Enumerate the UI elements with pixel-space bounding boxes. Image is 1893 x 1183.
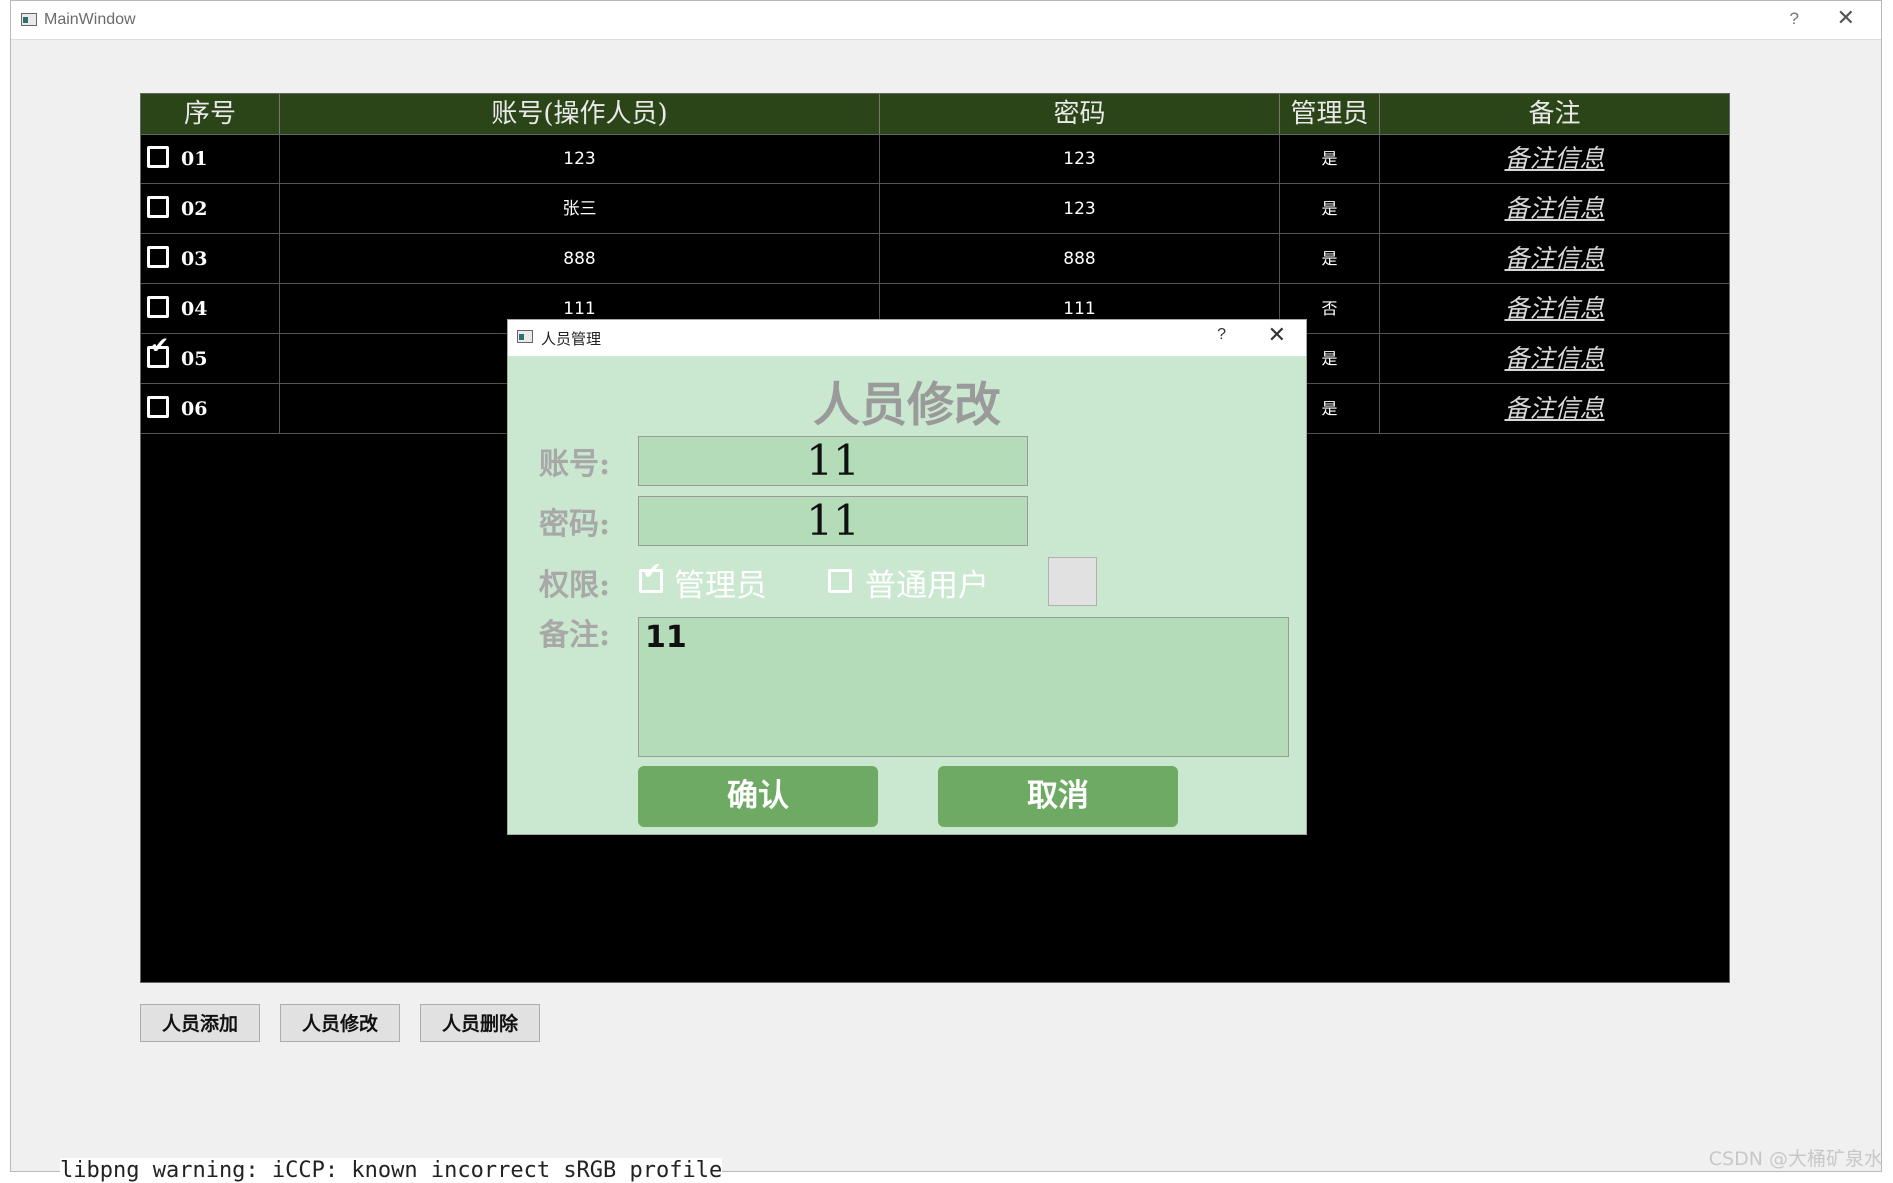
- account-label: 账号:: [539, 447, 611, 482]
- account-input[interactable]: 11: [638, 436, 1028, 486]
- confirm-button[interactable]: 确认: [638, 766, 878, 827]
- password-cell[interactable]: 123: [880, 134, 1280, 184]
- index-cell[interactable]: 05: [141, 334, 280, 384]
- admin-checkbox[interactable]: [639, 559, 663, 593]
- row-checkbox-checked[interactable]: [147, 335, 169, 368]
- admin-cell[interactable]: 是: [1280, 234, 1380, 284]
- password-cell[interactable]: 888: [880, 234, 1280, 284]
- app-window-icon: [21, 13, 37, 26]
- remark-link[interactable]: 备注信息: [1504, 194, 1604, 223]
- title-bar: MainWindow ? ✕: [11, 1, 1881, 40]
- header-remark[interactable]: 备注: [1380, 94, 1729, 134]
- index-text: 05: [181, 348, 208, 370]
- remark-cell[interactable]: 备注信息: [1380, 184, 1729, 234]
- remark-link[interactable]: 备注信息: [1504, 244, 1604, 273]
- index-text: 06: [181, 398, 208, 420]
- row-checkbox[interactable]: [147, 296, 169, 318]
- row-checkbox[interactable]: [147, 246, 169, 268]
- dialog-title-bar: 人员管理 ? ✕: [508, 320, 1306, 356]
- remark-cell[interactable]: 备注信息: [1380, 284, 1729, 334]
- admin-cell[interactable]: 是: [1280, 184, 1380, 234]
- remark-cell[interactable]: 备注信息: [1380, 134, 1729, 184]
- index-cell[interactable]: 03: [141, 234, 280, 284]
- color-swatch[interactable]: [1048, 557, 1097, 606]
- admin-cell[interactable]: 是: [1280, 134, 1380, 184]
- window-title: MainWindow: [44, 11, 136, 28]
- remark-label: 备注:: [539, 618, 611, 653]
- table-row[interactable]: 01 123 123 是 备注信息: [141, 134, 1729, 184]
- index-cell[interactable]: 04: [141, 284, 280, 334]
- remark-link[interactable]: 备注信息: [1504, 294, 1604, 323]
- close-button[interactable]: ✕: [1837, 6, 1855, 31]
- header-admin[interactable]: 管理员: [1280, 94, 1380, 134]
- row-checkbox[interactable]: [147, 396, 169, 418]
- delete-personnel-button[interactable]: 人员删除: [420, 1004, 540, 1042]
- account-cell[interactable]: 123: [280, 134, 880, 184]
- dialog-heading: 人员修改: [813, 378, 1001, 433]
- index-text: 02: [181, 198, 208, 220]
- remark-link[interactable]: 备注信息: [1504, 344, 1604, 373]
- watermark: CSDN @大桶矿泉水: [1708, 1148, 1883, 1170]
- index-text: 03: [181, 248, 208, 270]
- header-index[interactable]: 序号: [141, 94, 280, 134]
- personnel-dialog: 人员管理 ? ✕ 人员修改 账号: 11 密码: 11 权限: 管理员 普通用户…: [507, 319, 1307, 835]
- remark-cell[interactable]: 备注信息: [1380, 234, 1729, 284]
- index-cell[interactable]: 06: [141, 384, 280, 434]
- admin-option-label[interactable]: 管理员: [674, 560, 767, 605]
- dialog-title: 人员管理: [541, 330, 602, 348]
- index-text: 04: [181, 298, 208, 320]
- permission-label: 权限:: [539, 568, 611, 603]
- table-row[interactable]: 03 888 888 是 备注信息: [141, 234, 1729, 284]
- normal-user-option-label[interactable]: 普通用户: [865, 560, 989, 605]
- table-row[interactable]: 02 张三 123 是 备注信息: [141, 184, 1729, 234]
- password-input[interactable]: 11: [638, 496, 1028, 546]
- account-cell[interactable]: 888: [280, 234, 880, 284]
- account-cell[interactable]: 张三: [280, 184, 880, 234]
- password-cell[interactable]: 123: [880, 184, 1280, 234]
- remark-link[interactable]: 备注信息: [1504, 394, 1604, 423]
- remark-link[interactable]: 备注信息: [1504, 144, 1604, 173]
- normal-user-checkbox[interactable]: [828, 569, 852, 593]
- header-password[interactable]: 密码: [880, 94, 1280, 134]
- table-header: 序号 账号(操作人员) 密码 管理员 备注: [141, 94, 1729, 135]
- row-checkbox[interactable]: [147, 196, 169, 218]
- dialog-close-button[interactable]: ✕: [1268, 323, 1286, 348]
- index-cell[interactable]: 02: [141, 184, 280, 234]
- index-cell[interactable]: 01: [141, 134, 280, 184]
- add-personnel-button[interactable]: 人员添加: [140, 1004, 260, 1042]
- remark-textarea[interactable]: 11: [638, 617, 1289, 757]
- help-button[interactable]: ?: [1790, 9, 1799, 29]
- edit-personnel-button[interactable]: 人员修改: [280, 1004, 400, 1042]
- row-checkbox[interactable]: [147, 146, 169, 168]
- console-output: libpng warning: iCCP: known incorrect sR…: [60, 1158, 723, 1183]
- remark-cell[interactable]: 备注信息: [1380, 384, 1729, 434]
- remark-cell[interactable]: 备注信息: [1380, 334, 1729, 384]
- dialog-window-icon: [517, 330, 533, 343]
- password-label: 密码:: [539, 507, 611, 542]
- dialog-help-button[interactable]: ?: [1217, 326, 1226, 344]
- header-account[interactable]: 账号(操作人员): [280, 94, 880, 134]
- index-text: 01: [181, 148, 208, 170]
- cancel-button[interactable]: 取消: [938, 766, 1178, 827]
